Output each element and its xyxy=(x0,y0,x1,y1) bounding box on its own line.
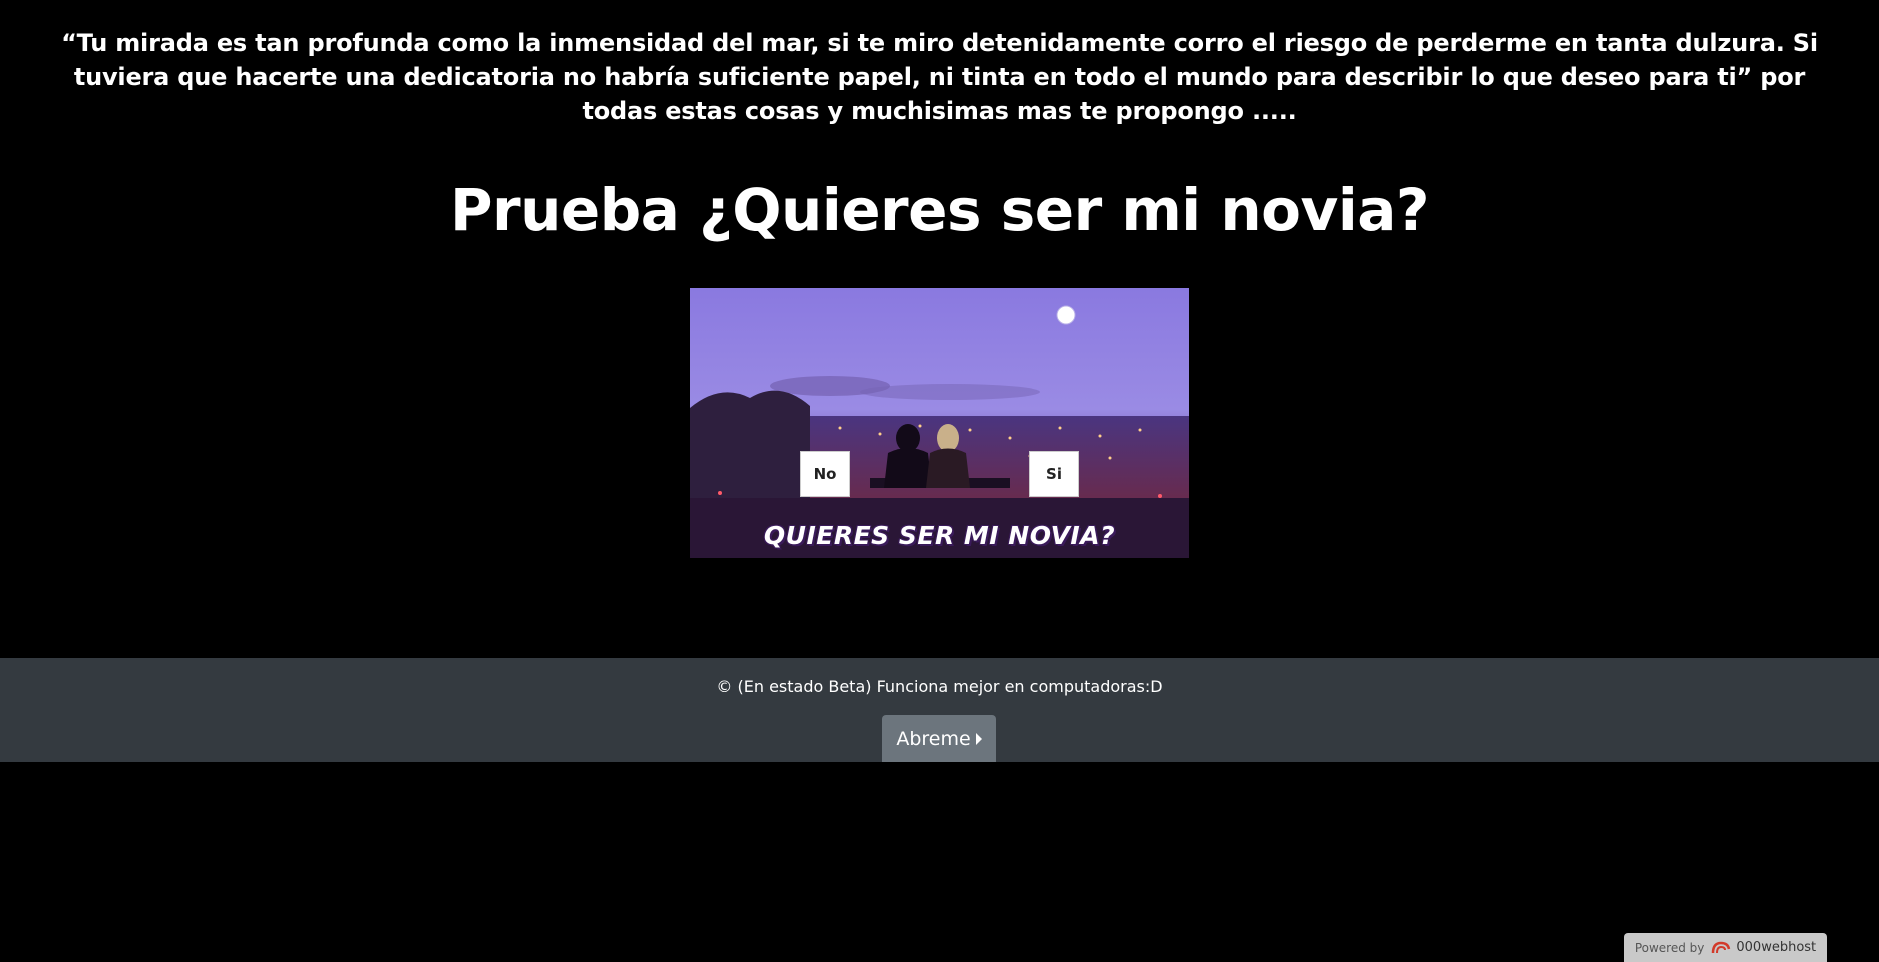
abreme-button-label: Abreme xyxy=(896,727,971,750)
proposal-image: QUIERES SER MI NOVIA? No Si xyxy=(690,288,1189,558)
host-brand: 000webhost xyxy=(1736,940,1817,955)
night-city-scene xyxy=(690,288,1189,558)
webhost-logo-icon xyxy=(1710,940,1732,956)
no-button[interactable]: No xyxy=(800,451,850,497)
footer-text: © (En estado Beta) Funciona mejor en com… xyxy=(716,677,1163,696)
page-title: Prueba ¿Quieres ser mi novia? xyxy=(450,176,1429,244)
intro-quote: “Tu mirada es tan profunda como la inmen… xyxy=(61,29,1818,125)
si-button[interactable]: Si xyxy=(1029,451,1079,497)
abreme-button[interactable]: Abreme xyxy=(882,715,996,762)
caret-right-icon xyxy=(975,732,982,745)
image-caption: QUIERES SER MI NOVIA? xyxy=(763,521,1116,550)
footer: © (En estado Beta) Funciona mejor en com… xyxy=(0,658,1879,762)
host-badge[interactable]: Powered by 000webhost xyxy=(1624,933,1827,962)
powered-by-label: Powered by xyxy=(1634,940,1705,955)
